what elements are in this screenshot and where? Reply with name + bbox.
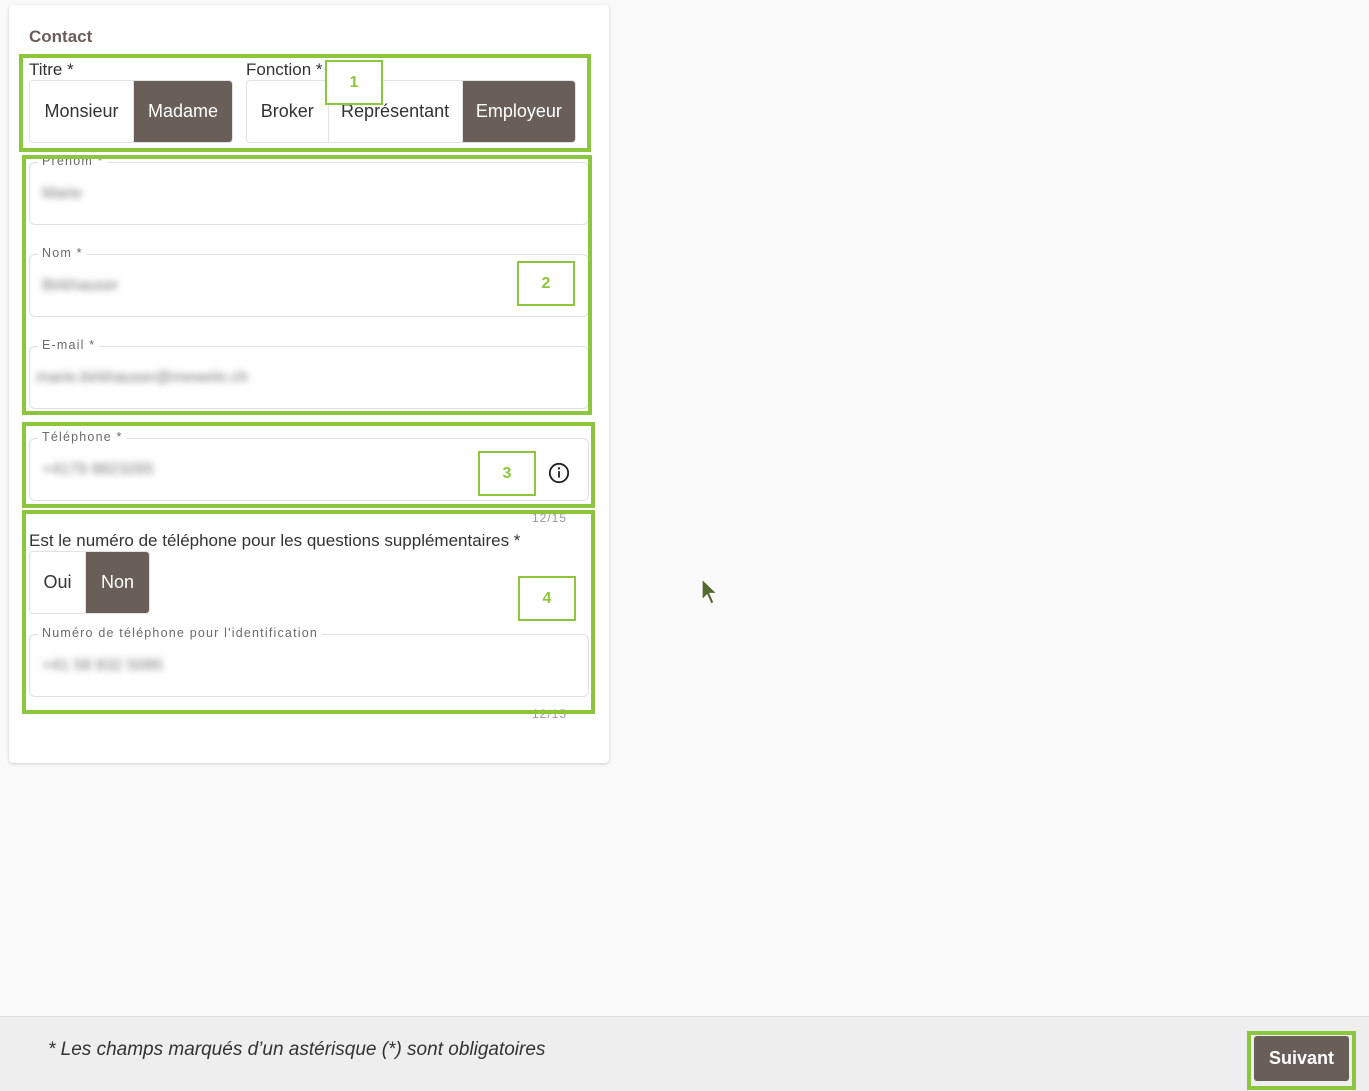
- nom-label: Nom *: [38, 246, 87, 260]
- titre-madame-button[interactable]: Madame: [133, 81, 232, 142]
- telephone-value: +4179 8823265: [42, 461, 154, 478]
- next-button[interactable]: Suivant: [1254, 1036, 1349, 1081]
- titre-monsieur-button[interactable]: Monsieur: [30, 81, 134, 142]
- fonction-label: Fonction *: [246, 60, 323, 79]
- required-fields-note: * Les champs marqués d’un astérisque (*)…: [48, 1039, 546, 1060]
- nom-value: Birkhauser: [42, 277, 119, 294]
- prenom-field[interactable]: Prénom * Marie: [29, 154, 589, 225]
- card-title: Contact: [29, 27, 93, 46]
- telephone-label: Téléphone *: [38, 430, 127, 444]
- nom-field[interactable]: Nom * Birkhauser: [29, 246, 589, 317]
- annotation-label-1: 1: [325, 60, 383, 105]
- same-phone-toggle-group: Oui Non: [29, 551, 150, 614]
- prenom-label: Prénom *: [38, 154, 108, 168]
- annotation-label-3: 3: [478, 451, 536, 496]
- email-label: E-mail *: [38, 338, 100, 352]
- info-circle-icon[interactable]: [548, 462, 570, 484]
- titre-label: Titre *: [29, 60, 74, 79]
- annotation-label-2: 2: [517, 261, 575, 306]
- fonction-toggle-group: Broker Représentant Employeur: [246, 80, 576, 143]
- prenom-value: Marie: [42, 185, 83, 202]
- same-phone-oui-button[interactable]: Oui: [30, 552, 87, 613]
- fonction-employeur-button[interactable]: Employeur: [462, 81, 575, 142]
- tel-identification-field[interactable]: Numéro de téléphone pour l'identificatio…: [29, 626, 589, 697]
- same-phone-question: Est le numéro de téléphone pour les ques…: [29, 531, 521, 550]
- mouse-pointer-icon: [701, 578, 719, 605]
- email-value: marie.birkhauser@mewelo.ch: [36, 369, 248, 386]
- telephone-counter: 12/15: [532, 511, 568, 525]
- same-phone-non-button[interactable]: Non: [86, 552, 149, 613]
- tel-identification-label: Numéro de téléphone pour l'identificatio…: [38, 626, 323, 640]
- footer-bar: * Les champs marqués d’un astérisque (*)…: [0, 1016, 1369, 1091]
- fonction-broker-button[interactable]: Broker: [247, 81, 329, 142]
- tel-identification-value: +41 58 832 5090: [42, 657, 163, 674]
- tel-identification-counter: 12/15: [532, 707, 568, 721]
- annotation-label-4: 4: [518, 576, 576, 621]
- email-field[interactable]: E-mail * marie.birkhauser@mewelo.ch: [29, 338, 589, 409]
- titre-toggle-group: Monsieur Madame: [29, 80, 233, 143]
